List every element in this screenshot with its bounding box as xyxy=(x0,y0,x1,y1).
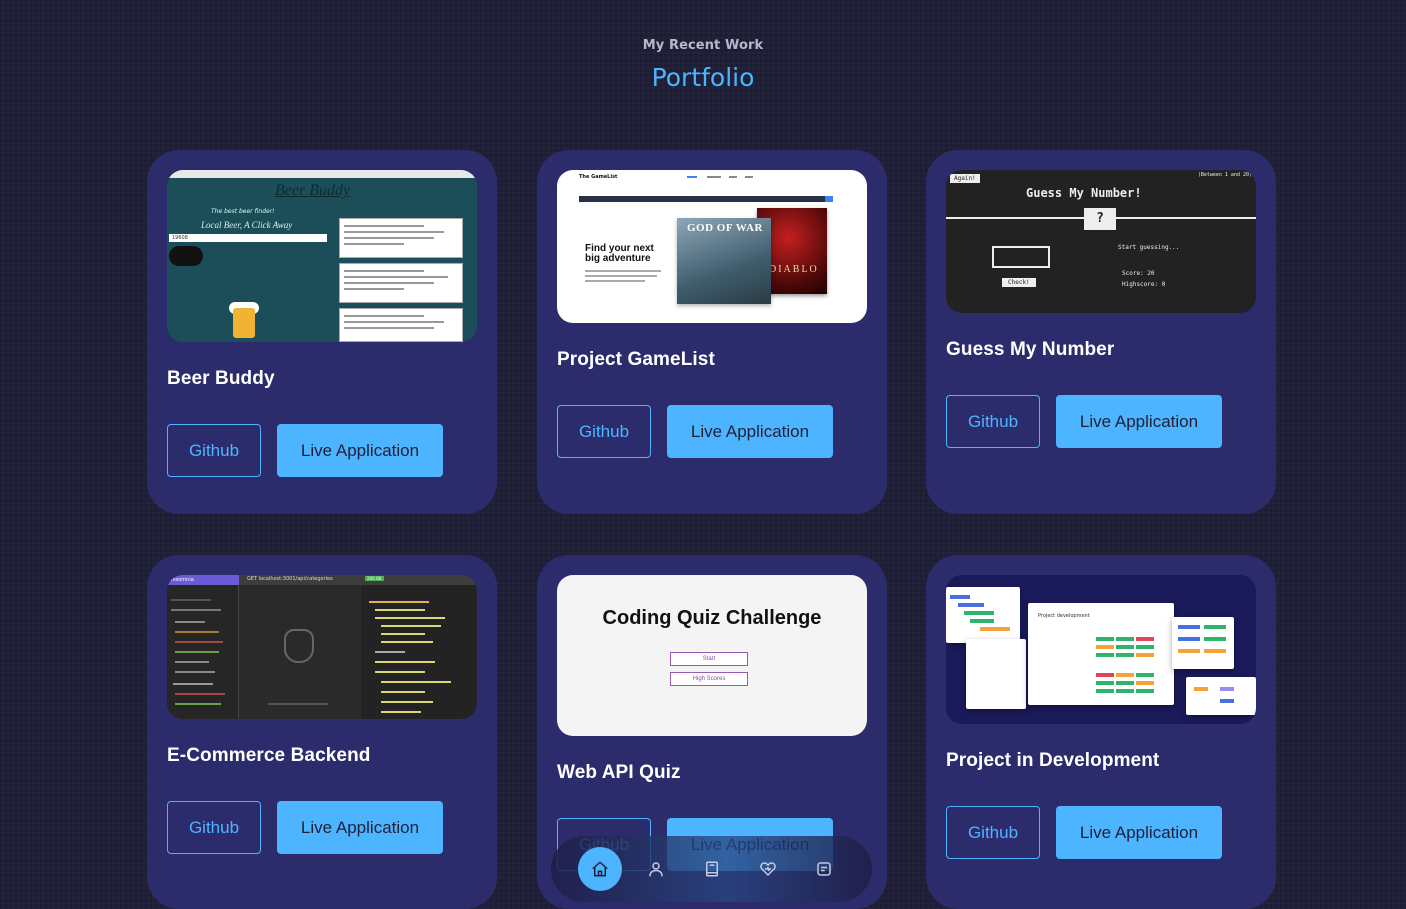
thumb-game-cover: GOD OF WAR xyxy=(677,218,771,304)
nav-experience[interactable] xyxy=(690,847,734,891)
project-thumbnail: The GameList Find your next big adventur… xyxy=(557,170,867,323)
portfolio-card-beer-buddy: Beer Buddy The best beer finder! Local B… xyxy=(147,150,497,514)
section-subtitle: My Recent Work xyxy=(642,38,764,53)
project-thumbnail: Insomnia GET localhost:3001/api/categori… xyxy=(167,575,477,719)
thumb-headline: Find your next big adventure xyxy=(585,243,654,264)
thumb-mystery-number: ? xyxy=(1084,208,1116,230)
project-title: Project GameList xyxy=(557,349,715,370)
project-title: Project in Development xyxy=(946,750,1160,771)
thumb-high-scores-button: High Scores xyxy=(670,672,748,686)
project-title: Web API Quiz xyxy=(557,762,681,783)
project-thumbnail: Again! (Between 1 and 20) Guess My Numbe… xyxy=(946,170,1256,313)
github-button[interactable]: Github xyxy=(167,424,261,477)
thumb-heading: Coding Quiz Challenge xyxy=(602,607,822,629)
github-button[interactable]: Github xyxy=(946,395,1040,448)
nav-contact[interactable] xyxy=(802,847,846,891)
thumb-brand: The GameList xyxy=(579,174,618,180)
portfolio-card-gamelist: The GameList Find your next big adventur… xyxy=(537,150,887,514)
heart-icon xyxy=(760,862,776,876)
project-title: Beer Buddy xyxy=(167,368,275,389)
thumb-result xyxy=(339,263,463,303)
thumb-check-button: Check! xyxy=(1002,278,1036,287)
live-application-button[interactable]: Live Application xyxy=(1056,395,1222,448)
live-application-button[interactable]: Live Application xyxy=(277,801,443,854)
github-button[interactable]: Github xyxy=(946,806,1040,859)
github-button[interactable]: Github xyxy=(557,405,651,458)
thumb-subtitle: Local Beer, A Click Away xyxy=(201,220,293,230)
github-button[interactable]: Github xyxy=(167,801,261,854)
thumb-range-text: (Between 1 and 20) xyxy=(1197,172,1252,178)
thumb-tagline: The best beer finder! xyxy=(211,208,275,215)
project-title: Guess My Number xyxy=(946,339,1115,360)
live-application-button[interactable]: Live Application xyxy=(277,424,443,477)
thumb-status-badge: 200 OK xyxy=(365,576,384,581)
user-icon xyxy=(649,862,663,877)
thumb-search-bar xyxy=(579,196,833,202)
thumb-request-url: GET localhost:3001/api/categories xyxy=(247,576,333,582)
portfolio-card-guess-my-number: Again! (Between 1 and 20) Guess My Numbe… xyxy=(926,150,1276,514)
portfolio-page: My Recent Work Portfolio Beer Buddy The … xyxy=(0,0,1406,909)
thumb-again-button: Again! xyxy=(950,174,980,183)
project-title: E-Commerce Backend xyxy=(167,745,371,766)
thumb-guess-input xyxy=(992,246,1050,268)
nav-about[interactable] xyxy=(634,847,678,891)
thumb-score: Score: 20 xyxy=(1122,270,1155,277)
project-thumbnail: Project development xyxy=(946,575,1256,724)
project-thumbnail: Beer Buddy The best beer finder! Local B… xyxy=(167,170,477,342)
portfolio-card-project-in-development: Project development Project in Developme… xyxy=(926,555,1276,909)
portfolio-card-ecommerce-backend: Insomnia GET localhost:3001/api/categori… xyxy=(147,555,497,909)
section-title: Portfolio xyxy=(651,63,755,92)
thumb-result xyxy=(339,218,463,258)
thumb-start-button: Start xyxy=(670,652,748,666)
beer-mug-icon xyxy=(233,308,255,338)
peace-hand-icon xyxy=(284,629,314,663)
thumb-result xyxy=(339,308,463,342)
thumb-heading: Guess My Number! xyxy=(1026,186,1142,200)
thumb-app-name: Insomnia xyxy=(167,575,239,585)
portfolio-header: My Recent Work Portfolio xyxy=(0,38,1406,92)
live-application-button[interactable]: Live Application xyxy=(1056,806,1222,859)
live-application-button[interactable]: Live Application xyxy=(667,405,833,458)
thumb-search-button xyxy=(169,246,203,266)
thumb-status: Start guessing... xyxy=(1118,244,1180,251)
thumb-title: Beer Buddy xyxy=(275,182,351,199)
message-icon xyxy=(817,862,831,876)
nav-services[interactable] xyxy=(746,847,790,891)
book-icon xyxy=(706,861,718,877)
project-thumbnail: Coding Quiz Challenge Start High Scores xyxy=(557,575,867,736)
thumb-panel-title: Project development xyxy=(1038,613,1090,619)
thumb-highscore: Highscore: 0 xyxy=(1122,281,1166,288)
bottom-nav xyxy=(551,836,872,902)
home-icon xyxy=(592,861,608,877)
thumb-search-input: 19608 xyxy=(169,234,327,242)
nav-home[interactable] xyxy=(578,847,622,891)
